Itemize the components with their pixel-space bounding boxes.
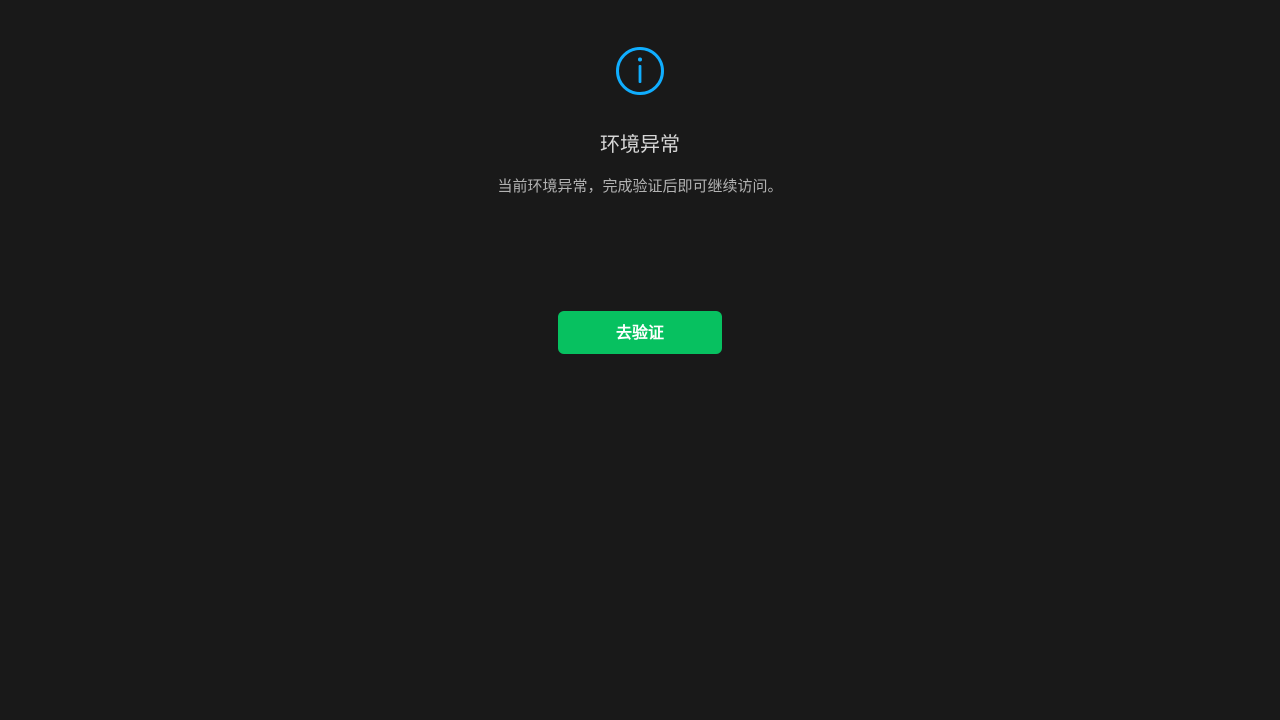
verify-button[interactable]: 去验证 [558,311,722,354]
page-title: 环境异常 [600,132,680,156]
verification-page: 环境异常 当前环境异常，完成验证后即可继续访问。 去验证 [0,0,1280,720]
page-description: 当前环境异常，完成验证后即可继续访问。 [497,177,783,195]
info-circle-icon [615,46,665,96]
